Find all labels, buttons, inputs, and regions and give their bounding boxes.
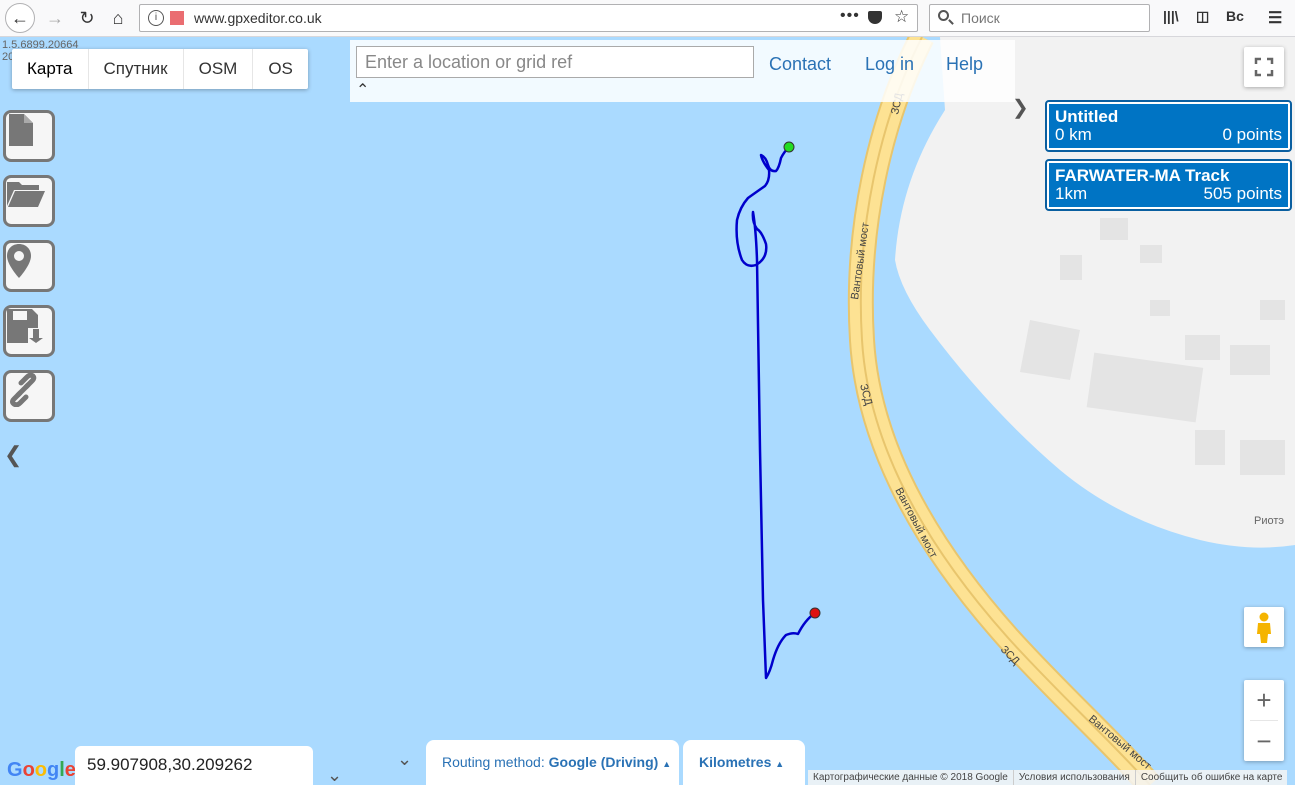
map-type-map[interactable]: Карта (12, 49, 89, 89)
back-button[interactable]: ← (5, 3, 35, 33)
chevron-down-icon[interactable]: ⌄ (327, 765, 342, 785)
folder-open-icon (7, 182, 45, 207)
info-icon[interactable]: i (148, 10, 164, 26)
map[interactable]: ЗСД Вантовый мост ЗСД Вантовый мост ЗСД … (0, 37, 1295, 785)
forward-arrow-icon: → (46, 7, 64, 28)
coordinates-display: 59.907908,30.209262 (75, 746, 313, 785)
caret-up-icon: ▲ (775, 759, 785, 769)
browser-search-input[interactable]: Поиск (929, 4, 1150, 32)
library-icon[interactable]: |||\ (1163, 8, 1179, 24)
map-type-control: Карта Спутник OSM OS (12, 49, 308, 89)
units-selector[interactable]: Kilometres ▲ (683, 740, 805, 785)
extension-icon[interactable]: Bc (1226, 8, 1244, 24)
sidebar-icon[interactable]: ◫ (1196, 8, 1209, 25)
contact-link[interactable]: Contact (769, 54, 831, 75)
street-view-button[interactable] (1244, 607, 1284, 647)
gps-track (735, 146, 816, 680)
track-card-farwater[interactable]: FARWATER-MA Track 1km 505 points (1045, 159, 1292, 211)
location-search-input[interactable] (356, 46, 754, 78)
attribution-data: Картографические данные © 2018 Google (808, 770, 1014, 785)
google-logo[interactable]: Google (7, 759, 76, 782)
routing-value: Google (Driving) (548, 754, 659, 770)
save-download-button[interactable] (3, 305, 55, 357)
caret-up-icon: ▲ (662, 759, 672, 769)
open-file-button[interactable] (3, 175, 55, 227)
insecure-icon (170, 11, 184, 25)
forward-button[interactable]: → (41, 4, 69, 32)
map-attribution: Картографические данные © 2018 Google Ус… (808, 770, 1288, 785)
file-icon (9, 114, 33, 146)
reload-icon: ↻ (79, 7, 95, 28)
home-button[interactable]: ⌂ (104, 4, 132, 32)
units-value: Kilometres (699, 754, 772, 770)
top-bar: Contact Log in Help ⌃ (350, 40, 1015, 102)
place-label: Риотэ (1254, 515, 1284, 527)
track-points: 505 points (1203, 184, 1282, 203)
chevron-down-icon[interactable]: ⌄ (397, 749, 412, 770)
routing-method-selector[interactable]: Routing method: Google (Driving) ▲ (426, 740, 679, 785)
plus-icon: + (1256, 685, 1272, 715)
link-button[interactable] (3, 370, 55, 422)
home-icon: ⌂ (112, 7, 124, 28)
reload-button[interactable]: ↻ (73, 4, 101, 32)
report-error-link[interactable]: Сообщить об ошибке на карте (1136, 770, 1288, 785)
pocket-icon[interactable] (868, 11, 882, 24)
new-file-button[interactable] (3, 110, 55, 162)
minus-icon: − (1256, 726, 1272, 756)
track-start-marker (783, 141, 795, 153)
track-points: 0 points (1222, 125, 1282, 144)
page-actions-icon[interactable]: ••• (840, 7, 860, 25)
url-bar[interactable]: i www.gpxeditor.co.uk ••• ☆ (139, 4, 918, 32)
zoom-in-button[interactable]: + (1244, 680, 1284, 720)
save-download-icon (7, 309, 43, 343)
zoom-out-button[interactable]: − (1244, 721, 1284, 761)
fullscreen-button[interactable] (1244, 47, 1284, 87)
map-type-satellite[interactable]: Спутник (89, 49, 184, 89)
terms-link[interactable]: Условия использования (1014, 770, 1136, 785)
track-card-untitled[interactable]: Untitled 0 km 0 points (1045, 100, 1292, 152)
track-distance: 1km (1055, 184, 1088, 203)
track-name: FARWATER-MA Track (1055, 166, 1230, 185)
fullscreen-icon (1254, 57, 1274, 77)
help-link[interactable]: Help (946, 54, 983, 75)
collapse-up-icon[interactable]: ⌃ (356, 80, 369, 100)
bookmark-star-icon[interactable]: ☆ (894, 7, 909, 27)
track-name: Untitled (1055, 107, 1119, 126)
track-end-marker (809, 607, 821, 619)
link-icon (10, 373, 37, 407)
url-text[interactable]: www.gpxeditor.co.uk (194, 10, 322, 26)
pegman-icon (1257, 612, 1271, 643)
map-type-os[interactable]: OS (253, 49, 308, 89)
login-link[interactable]: Log in (865, 54, 914, 75)
browser-toolbar: ← → ↻ ⌂ i www.gpxeditor.co.uk ••• ☆ Поис… (0, 0, 1295, 37)
search-icon (938, 10, 949, 21)
zoom-control: + − (1244, 680, 1284, 761)
hamburger-menu-icon[interactable]: ☰ (1268, 8, 1282, 28)
add-point-button[interactable] (3, 240, 55, 292)
collapse-left-icon[interactable]: ❮ (4, 442, 22, 468)
collapse-right-icon[interactable]: ❯ (1012, 95, 1029, 120)
routing-label: Routing method: (442, 754, 545, 770)
map-pin-icon (7, 244, 31, 278)
search-placeholder: Поиск (961, 10, 1000, 26)
map-type-osm[interactable]: OSM (184, 49, 254, 89)
back-arrow-icon: ← (11, 7, 29, 28)
track-distance: 0 km (1055, 125, 1092, 144)
